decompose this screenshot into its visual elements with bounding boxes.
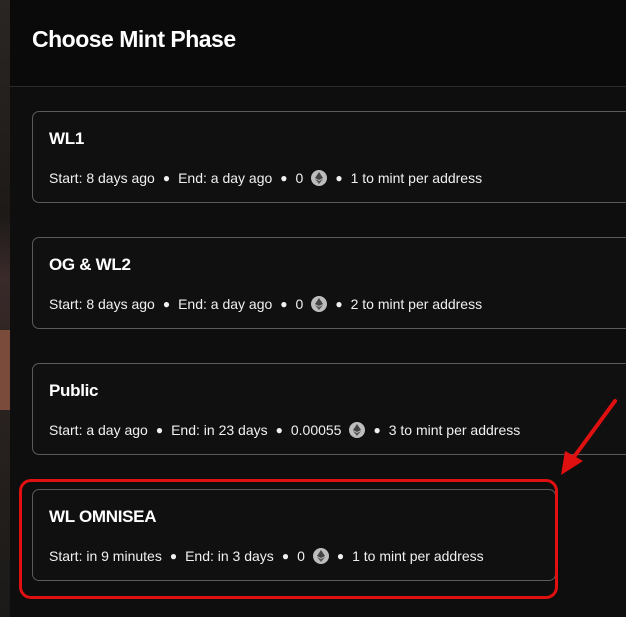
separator-dot: ● bbox=[162, 297, 171, 311]
phase-price: 0 bbox=[295, 296, 304, 312]
phase-name: WL1 bbox=[49, 129, 84, 148]
separator-dot: ● bbox=[275, 423, 283, 437]
phase-price: 0 bbox=[295, 170, 304, 186]
phase-option-wl1[interactable]: WL1 Start: 8 days ago ● End: a day ago ●… bbox=[32, 111, 626, 203]
phase-limit: 2 to mint per address bbox=[350, 296, 483, 312]
phase-name: Public bbox=[49, 381, 99, 400]
eth-icon bbox=[311, 170, 328, 186]
separator-dot: ● bbox=[373, 423, 381, 437]
phase-name: OG & WL2 bbox=[49, 255, 131, 274]
modal-header: Choose Mint Phase bbox=[10, 0, 626, 87]
phase-details: Start: a day ago ● End: in 23 days ● 0.0… bbox=[49, 422, 520, 438]
phase-option-public[interactable]: Public Start: a day ago ● End: in 23 day… bbox=[32, 363, 626, 455]
background-edge bbox=[0, 0, 10, 617]
separator-dot: ● bbox=[155, 423, 164, 437]
highlight-box bbox=[19, 479, 558, 599]
phase-limit: 1 to mint per address bbox=[350, 170, 483, 186]
modal-title: Choose Mint Phase bbox=[32, 26, 236, 52]
separator-dot: ● bbox=[335, 297, 343, 311]
phase-details: Start: 8 days ago ● End: a day ago ● 0 ●… bbox=[49, 296, 482, 312]
phase-end: End: a day ago bbox=[178, 296, 273, 312]
phase-start: Start: 8 days ago bbox=[49, 296, 155, 312]
eth-icon bbox=[349, 422, 366, 438]
phase-start: Start: a day ago bbox=[49, 422, 148, 438]
phase-details: Start: 8 days ago ● End: a day ago ● 0 ●… bbox=[49, 170, 482, 186]
phase-option-og-wl2[interactable]: OG & WL2 Start: 8 days ago ● End: a day … bbox=[32, 237, 626, 329]
phase-end: End: a day ago bbox=[178, 170, 273, 186]
eth-icon bbox=[311, 296, 328, 312]
separator-dot: ● bbox=[280, 297, 288, 311]
separator-dot: ● bbox=[335, 171, 343, 185]
phase-limit: 3 to mint per address bbox=[388, 422, 521, 438]
phase-end: End: in 23 days bbox=[171, 422, 268, 438]
background-edge-artwork bbox=[0, 330, 10, 410]
phase-start: Start: 8 days ago bbox=[49, 170, 155, 186]
separator-dot: ● bbox=[162, 171, 171, 185]
phase-price: 0.00055 bbox=[290, 422, 342, 438]
separator-dot: ● bbox=[280, 171, 288, 185]
annotation-arrow-icon bbox=[561, 399, 617, 475]
